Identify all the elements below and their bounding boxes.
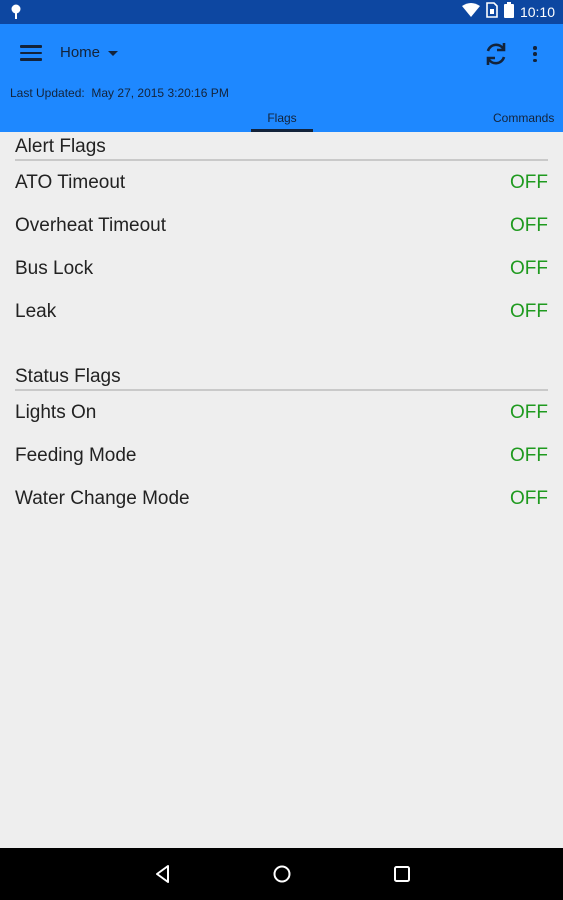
flag-value: OFF (510, 215, 548, 236)
home-icon[interactable] (270, 862, 294, 886)
list-item: Bus Lock OFF (15, 258, 548, 288)
wifi-icon (461, 2, 480, 22)
status-flags-header: Status Flags (15, 366, 548, 391)
flag-value: OFF (510, 488, 548, 509)
flag-label: Overheat Timeout (15, 215, 167, 236)
navigation-bar (0, 848, 563, 900)
recents-icon[interactable] (390, 862, 414, 886)
flag-label: Bus Lock (15, 258, 94, 279)
flag-label: ATO Timeout (15, 172, 126, 193)
list-item: Overheat Timeout OFF (15, 215, 548, 245)
flag-value: OFF (510, 258, 548, 279)
list-item: Water Change Mode OFF (15, 488, 548, 518)
chevron-down-icon (108, 51, 119, 56)
flag-value: OFF (510, 172, 548, 193)
flag-value: OFF (510, 402, 548, 423)
flag-value: OFF (510, 445, 548, 466)
flag-label: Water Change Mode (15, 488, 190, 509)
sim-icon (486, 1, 498, 23)
last-updated: Last Updated: May 27, 2015 3:20:16 PM (10, 86, 229, 100)
last-updated-label: Last Updated: (10, 86, 85, 100)
home-dropdown-label: Home (60, 44, 101, 61)
tab-flags[interactable]: Flags (251, 111, 313, 132)
flag-value: OFF (510, 301, 548, 322)
app-bar: Home Last Updated: May 27, 2015 3:20:16 … (0, 24, 563, 132)
back-icon[interactable] (151, 862, 175, 886)
flag-label: Leak (15, 301, 57, 322)
tab-commands[interactable]: Commands (493, 111, 554, 125)
clock-time: 10:10 (519, 4, 555, 20)
list-item: Feeding Mode OFF (15, 445, 548, 475)
overflow-menu-icon[interactable] (530, 44, 540, 64)
list-item: ATO Timeout OFF (15, 172, 548, 202)
flag-label: Lights On (15, 402, 97, 423)
battery-icon (503, 1, 514, 23)
list-item: Leak OFF (15, 301, 548, 331)
list-item: Lights On OFF (15, 402, 548, 432)
last-updated-value: May 27, 2015 3:20:16 PM (91, 86, 229, 100)
alert-flags-header: Alert Flags (15, 136, 548, 161)
flag-label: Feeding Mode (15, 445, 137, 466)
location-pin-icon (10, 4, 22, 25)
hamburger-menu-icon[interactable] (20, 45, 42, 63)
refresh-icon[interactable] (483, 41, 509, 67)
status-bar: 10:10 (0, 0, 563, 24)
home-dropdown[interactable]: Home (60, 44, 119, 61)
